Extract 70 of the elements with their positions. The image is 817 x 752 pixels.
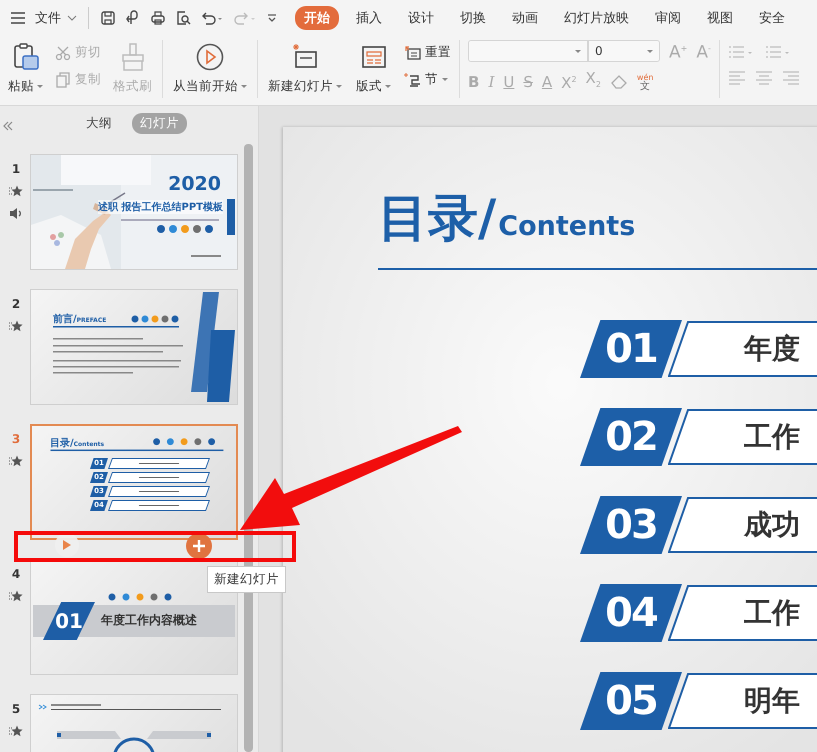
item-text: 工作 xyxy=(744,419,800,455)
plus-icon xyxy=(192,539,206,553)
ribbon-tab[interactable]: 安全 xyxy=(750,6,794,30)
caret-icon xyxy=(442,78,448,81)
item-number: 03 xyxy=(580,496,682,554)
undo-icon[interactable] xyxy=(200,10,224,26)
chevron-down-icon xyxy=(67,15,77,21)
layout-button[interactable]: 版式 xyxy=(354,40,393,97)
item-number: 02 xyxy=(580,408,682,466)
new-slide-button[interactable]: 新建幻灯片 xyxy=(266,40,344,97)
slide-subtitle: 述职 报告工作总结PPT模板 xyxy=(98,200,223,214)
caret-icon xyxy=(37,85,43,88)
slide-subtitle: Contents xyxy=(498,211,636,242)
ribbon-tab[interactable]: 动画 xyxy=(503,6,547,30)
slide-number: 2 xyxy=(12,297,20,311)
item-number: 04 xyxy=(580,584,682,642)
item-text: 明年 xyxy=(744,683,800,719)
panel-tab[interactable]: 大纲 xyxy=(78,112,120,134)
slide-number: 1 xyxy=(12,162,20,176)
caret-icon xyxy=(647,50,653,52)
text-placeholder-line xyxy=(51,704,101,706)
file-menu[interactable]: 文件 xyxy=(35,9,77,27)
text-placeholder-line xyxy=(191,255,221,257)
item-number: 05 xyxy=(580,672,682,730)
ribbon-tab[interactable]: 切换 xyxy=(451,6,495,30)
reset-button[interactable]: 重置 xyxy=(403,44,451,61)
reset-icon xyxy=(403,44,421,60)
item-text: 成功 xyxy=(744,507,800,543)
ribbon-tab[interactable]: 审阅 xyxy=(646,6,690,30)
menu-icon[interactable] xyxy=(10,11,26,25)
item-text: 年度 xyxy=(744,331,800,367)
tooltip: 新建幻灯片 xyxy=(207,566,286,593)
slide-number: 3 xyxy=(12,432,20,446)
section-button[interactable]: 节 xyxy=(403,71,451,88)
accent-bar xyxy=(227,199,235,235)
play-icon xyxy=(195,42,225,72)
slide-title: 目录/ xyxy=(378,188,496,249)
chevron-icon xyxy=(38,704,47,710)
caret-icon xyxy=(336,85,342,88)
print-icon[interactable] xyxy=(150,10,166,26)
play-icon xyxy=(62,539,72,551)
scissors-icon xyxy=(55,44,71,60)
slide-number: 5 xyxy=(12,702,20,716)
customize-dropdown-icon[interactable] xyxy=(266,12,278,24)
copy-icon xyxy=(55,72,71,88)
slide-title: 年度工作内容概述 xyxy=(101,612,197,629)
slide-thumbnail[interactable]: 2020 述职 报告工作总结PPT模板 xyxy=(30,154,238,270)
ribbon-tab[interactable]: 设计 xyxy=(399,6,443,30)
social-icons-drawing xyxy=(108,594,172,600)
slide-number: 4 xyxy=(12,567,20,581)
item-text: 工作 xyxy=(744,595,800,631)
paste-button[interactable]: 粘贴 xyxy=(6,40,45,97)
save-icon[interactable] xyxy=(100,10,116,26)
ribbon-tab[interactable]: 视图 xyxy=(698,6,742,30)
item-number: 01 xyxy=(580,320,682,378)
print-preview-icon[interactable] xyxy=(175,10,191,26)
clipboard-icon xyxy=(12,42,40,72)
social-icons-drawing xyxy=(153,438,216,446)
ribbon-tab[interactable]: 幻灯片放映 xyxy=(555,6,638,30)
caret-icon xyxy=(241,85,247,88)
ribbon-tab[interactable]: 插入 xyxy=(347,6,391,30)
caret-icon xyxy=(385,85,391,88)
play-from-current-button[interactable]: 从当前开始 xyxy=(171,40,249,97)
font-name-field[interactable] xyxy=(468,40,588,62)
social-icons-drawing xyxy=(157,225,213,233)
caret-icon xyxy=(575,50,581,52)
collapse-panel-icon[interactable] xyxy=(3,121,13,131)
section-icon xyxy=(403,72,421,88)
social-icons-drawing xyxy=(132,316,178,322)
slide-title: 2020 xyxy=(168,173,221,195)
